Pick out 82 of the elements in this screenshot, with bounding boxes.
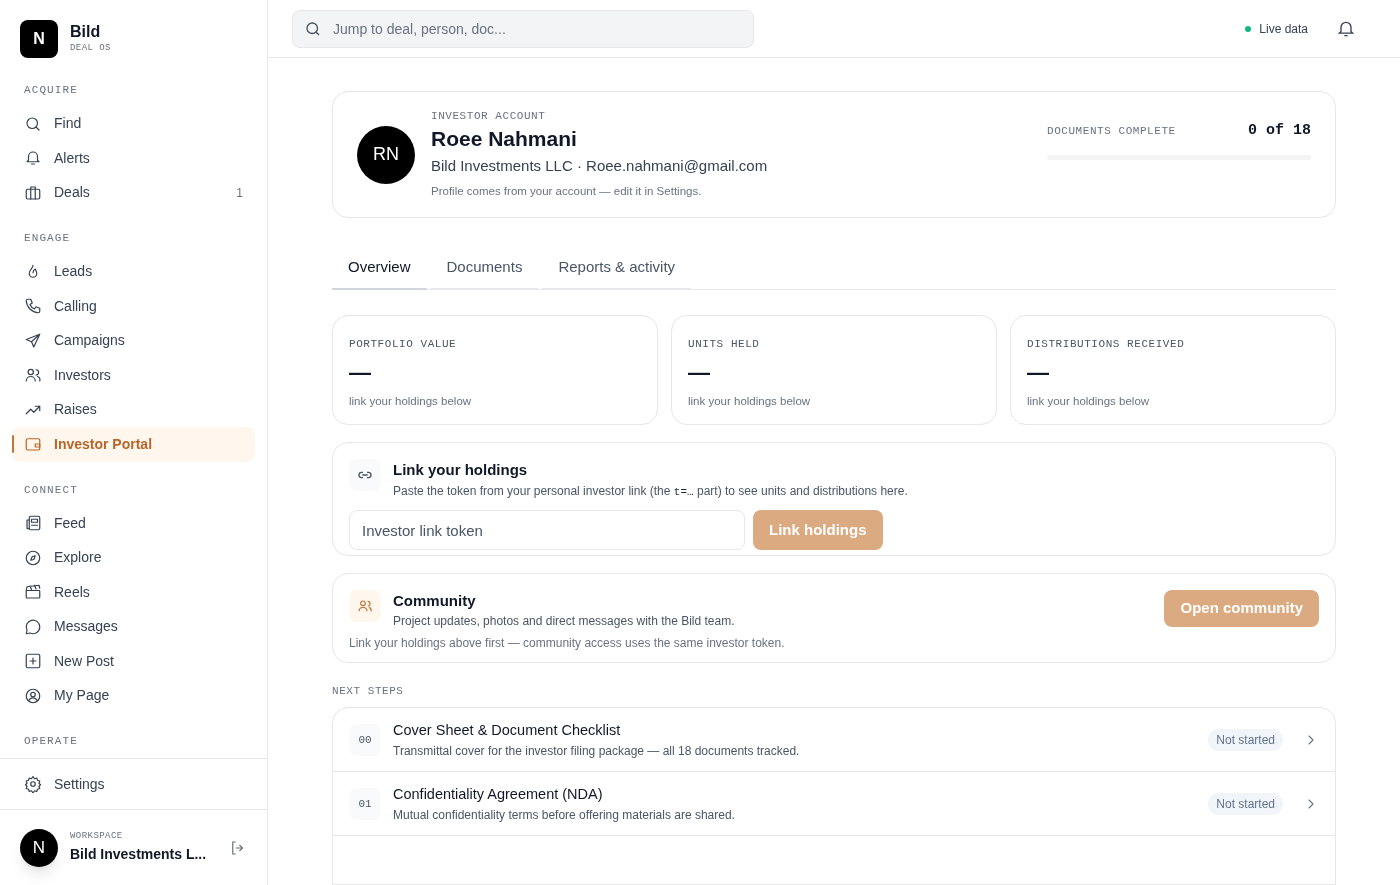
nav-item[interactable]: Investors (12, 358, 255, 393)
clapperboard-icon (24, 583, 42, 602)
section-label: ENGAGE (23, 231, 72, 246)
chat-bubble-icon (24, 617, 42, 636)
stat-label: PORTFOLIO VALUE (349, 337, 458, 353)
step-row[interactable]: 00 Cover Sheet & Document Checklist Transmittal cover for the investor filing package — all 18 documents tracked. Not started (333, 708, 1335, 773)
nav-item[interactable]: Messages (12, 609, 255, 644)
bell-icon (24, 149, 42, 168)
nav-item[interactable]: Reels (12, 575, 255, 610)
nav-item[interactable]: Alerts (12, 141, 255, 176)
workspace-name: Bild Investments L... (70, 844, 208, 864)
nav-item[interactable]: Feed (12, 506, 255, 541)
brand-tagline: DEAL OS (70, 42, 111, 56)
token-input[interactable]: Investor link token (349, 510, 745, 551)
search-icon (304, 19, 322, 38)
stat-label: DISTRIBUTIONS RECEIVED (1027, 337, 1186, 353)
step-title: Cover Sheet & Document Checklist (393, 720, 622, 740)
brand-name: Bild (70, 22, 102, 43)
nav-item[interactable]: Calling (12, 289, 255, 324)
people-icon (349, 589, 381, 622)
stat-label: UNITS HELD (688, 337, 761, 353)
stat-hint: link your holdings below (1027, 393, 1151, 409)
stat-value: — (1027, 358, 1050, 387)
settings-link[interactable]: Settings (12, 767, 255, 801)
nav-item[interactable]: Leads (12, 254, 255, 289)
nav-item[interactable]: My Page (12, 678, 255, 713)
newspaper-icon (24, 514, 42, 533)
profile-avatar: RN (357, 125, 415, 184)
stat-value: — (349, 358, 372, 387)
tab[interactable]: Reports & activity (542, 246, 692, 291)
wallet-icon (24, 435, 42, 454)
step-number: 01 (349, 787, 381, 820)
section-label: ACQUIRE (23, 83, 79, 98)
step-number: 00 (349, 723, 381, 756)
people-icon (24, 366, 42, 385)
investor-name: Roee Nahmani (431, 125, 578, 152)
workspace-avatar: N (20, 828, 58, 867)
card-description: Paste the token from your personal investor link (the t=… part) to see units and distributions here. (393, 482, 908, 500)
tab[interactable]: Documents (430, 246, 539, 291)
plus-square-icon (24, 652, 42, 671)
nav-item[interactable]: Find (12, 106, 255, 141)
section-title: NEXT STEPS (332, 683, 405, 699)
card-title: Community (393, 590, 477, 611)
documents-label: DOCUMENTS COMPLETE (1047, 124, 1176, 139)
step-description: Transmittal cover for the investor filing package — all 18 documents tracked. (393, 742, 800, 760)
step-description: Mutual confidentiality terms before offering materials are shared. (393, 806, 735, 824)
nav-item[interactable]: Explore (12, 540, 255, 575)
section-label: OPERATE (23, 734, 79, 749)
card-description: Project updates, photos and direct messages with the Bild team. (393, 613, 735, 631)
logo: N (20, 20, 58, 58)
account-type: INVESTOR ACCOUNT (431, 109, 547, 125)
phone-icon (24, 297, 42, 316)
search-field[interactable]: Jump to deal, person, doc... (292, 9, 754, 48)
card-note: Link your holdings above first — community access uses the same investor token. (349, 635, 786, 653)
send-icon (24, 331, 42, 350)
user-circle-icon (24, 686, 42, 705)
gear-icon (24, 775, 42, 793)
nav-item[interactable]: Deals 1 (12, 175, 255, 210)
tab[interactable]: Overview (332, 246, 427, 291)
link-icon (349, 459, 381, 492)
status-badge: Not started (1208, 792, 1283, 815)
briefcase-icon (24, 183, 42, 202)
status-badge: Not started (1208, 728, 1283, 751)
stat-hint: link your holdings below (349, 393, 473, 409)
documents-count: 0 of 18 (1248, 121, 1311, 141)
nav-item[interactable]: Campaigns (12, 323, 255, 358)
profile-note: Profile comes from your account — edit it in Settings. (431, 184, 703, 200)
investor-details: Bild Investments LLC · Roee.nahmani@gmail.com (431, 155, 768, 176)
workspace-label: WORKSPACE (70, 830, 124, 844)
stat-hint: link your holdings below (688, 393, 812, 409)
section-label: CONNECT (23, 482, 79, 498)
live-status: Live data (1259, 20, 1308, 38)
nav-item[interactable]: Raises (12, 392, 255, 427)
nav-item[interactable]: New Post (12, 644, 255, 679)
step-row[interactable]: 01 Confidentiality Agreement (NDA) Mutual confidentiality terms before offering materials are shared. Not started (333, 772, 1335, 837)
compass-icon (24, 548, 42, 567)
nav-item[interactable]: Investor Portal (12, 427, 255, 462)
stat-value: — (688, 358, 711, 387)
card-title: Link your holdings (393, 460, 529, 481)
step-title: Confidentiality Agreement (NDA) (393, 784, 604, 804)
search-icon (24, 114, 42, 133)
item-count: 1 (236, 184, 243, 202)
